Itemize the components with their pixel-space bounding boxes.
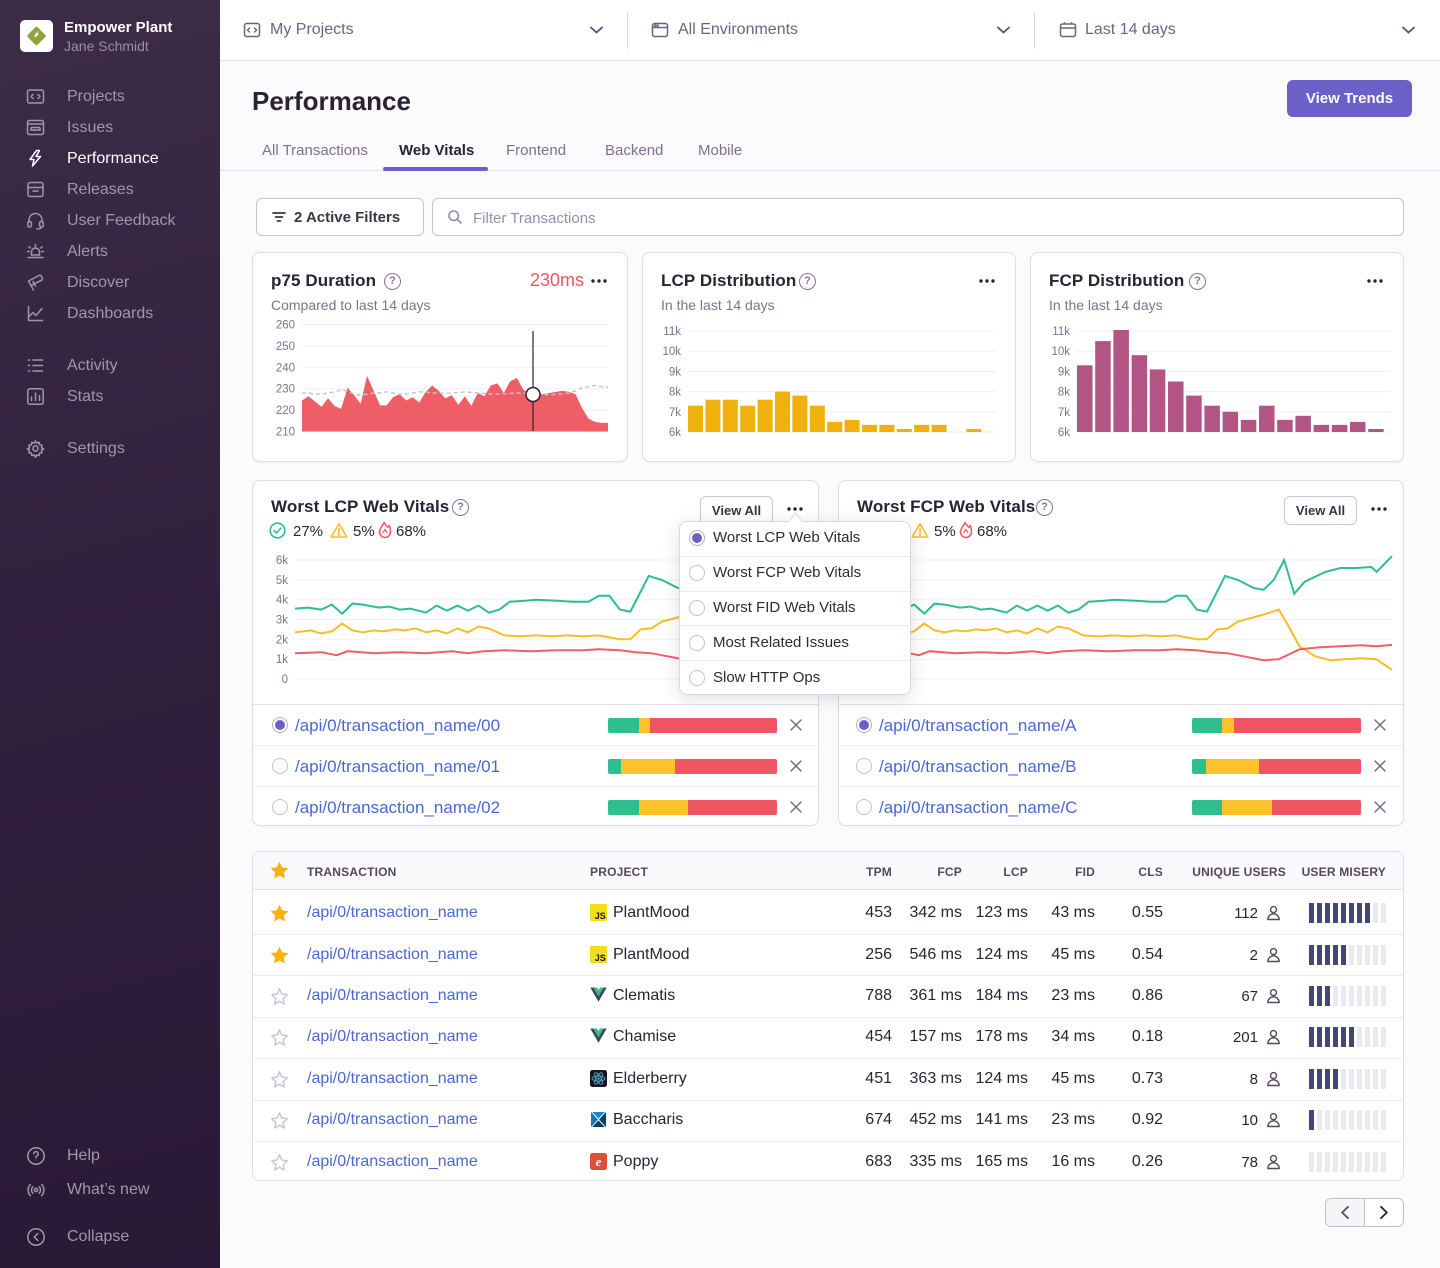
- svg-text:8k: 8k: [1058, 387, 1070, 399]
- svg-text:2k: 2k: [276, 634, 288, 646]
- svg-text:JS: JS: [595, 953, 606, 963]
- svg-text:6k: 6k: [669, 427, 681, 439]
- svg-text:10k: 10k: [662, 346, 681, 358]
- svg-text:230: 230: [276, 384, 295, 396]
- svg-text:10k: 10k: [1051, 346, 1070, 358]
- svg-text:240: 240: [276, 362, 295, 374]
- svg-text:11k: 11k: [1052, 326, 1070, 338]
- svg-text:3k: 3k: [276, 615, 288, 627]
- svg-text:6k: 6k: [1058, 427, 1070, 439]
- svg-text:9k: 9k: [1058, 366, 1070, 378]
- svg-text:6k: 6k: [276, 555, 288, 567]
- svg-text:210: 210: [276, 427, 295, 439]
- svg-text:5k: 5k: [276, 575, 288, 587]
- svg-text:220: 220: [276, 405, 295, 417]
- svg-text:9k: 9k: [669, 366, 681, 378]
- svg-text:11k: 11k: [663, 326, 681, 338]
- svg-text:7k: 7k: [1058, 407, 1070, 419]
- svg-text:1k: 1k: [276, 654, 288, 666]
- svg-text:4k: 4k: [276, 595, 288, 607]
- svg-text:7k: 7k: [669, 407, 681, 419]
- svg-text:8k: 8k: [669, 387, 681, 399]
- svg-text:0: 0: [282, 674, 288, 686]
- svg-text:260: 260: [276, 320, 295, 332]
- svg-text:250: 250: [276, 341, 295, 353]
- svg-text:e: e: [596, 1154, 602, 1169]
- svg-text:JS: JS: [595, 911, 606, 921]
